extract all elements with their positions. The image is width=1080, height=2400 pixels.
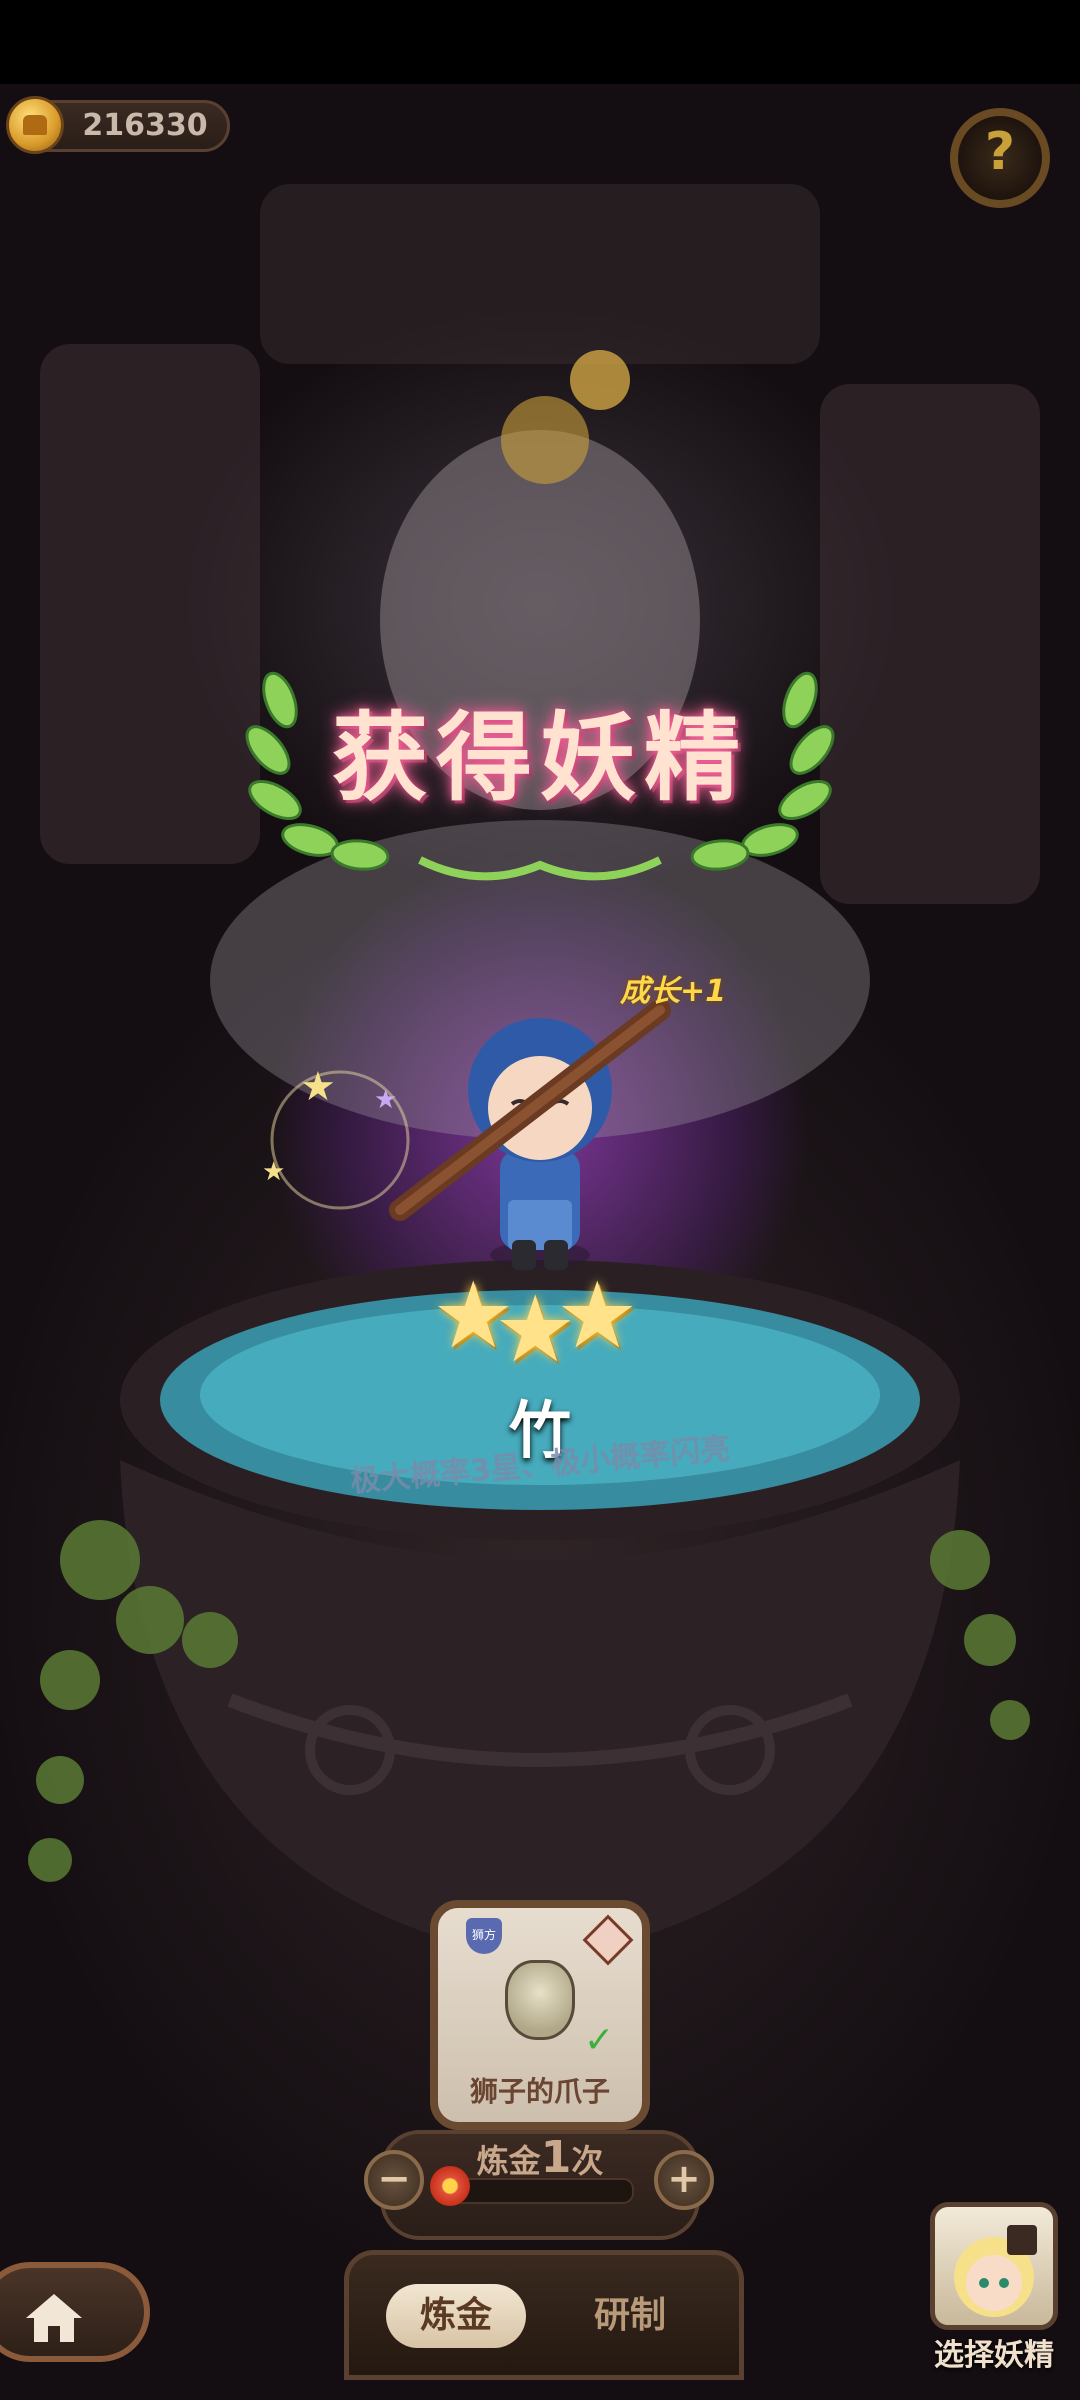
- question-icon: ?: [984, 122, 1016, 182]
- help-button[interactable]: ?: [950, 108, 1050, 208]
- reward-title: 获得妖精: [332, 702, 748, 814]
- count-value: 1: [540, 2132, 572, 2183]
- tab-research[interactable]: 研制: [560, 2284, 700, 2348]
- check-icon: ✓: [584, 2020, 615, 2061]
- select-fairy-label: 选择妖精: [934, 2338, 1054, 2373]
- ingredient-label: 狮子的爪子: [469, 2075, 610, 2108]
- flower-icon: [430, 2166, 470, 2206]
- star-icon: ★: [556, 1262, 639, 1369]
- home-icon: [26, 2294, 82, 2342]
- star-rating: ★ ★ ★: [432, 1262, 652, 1376]
- increase-button[interactable]: +: [654, 2150, 714, 2210]
- coin-amount: 216330: [82, 108, 208, 143]
- fairy-avatar-icon: [954, 2225, 1037, 2317]
- tab-alchemy[interactable]: 炼金: [386, 2284, 526, 2348]
- count-suffix: 次: [571, 2142, 604, 2180]
- coin-icon: [6, 96, 64, 154]
- svg-text:★: ★: [300, 1064, 336, 1110]
- paw-icon: [505, 1960, 575, 2040]
- decrease-button[interactable]: −: [364, 2150, 424, 2210]
- svg-text:★: ★: [374, 1085, 397, 1115]
- count-prefix: 炼金: [476, 2142, 541, 2180]
- growth-badge: 成长+1: [620, 974, 727, 1009]
- select-fairy-button[interactable]: [930, 2202, 1058, 2330]
- svg-text:★: ★: [262, 1157, 285, 1187]
- home-button[interactable]: [0, 2262, 150, 2362]
- card-tag-badge: 狮方: [466, 1918, 502, 1954]
